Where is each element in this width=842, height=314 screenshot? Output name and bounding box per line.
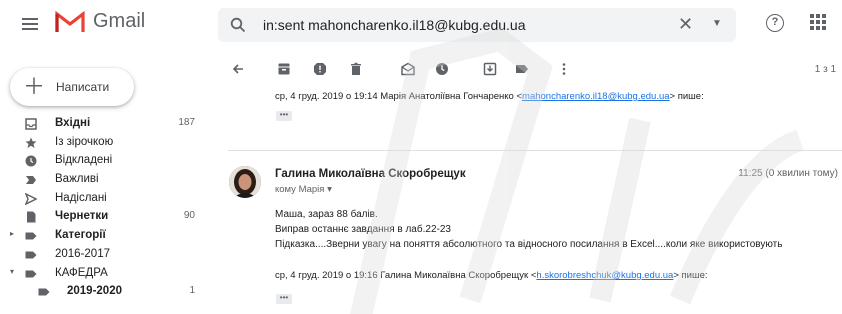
snooze-icon[interactable] (435, 62, 449, 76)
gmail-wordmark: Gmail (93, 10, 146, 32)
quoted-header: ср, 4 груд. 2019 о 19:14 Марія Анатоліїв… (275, 91, 704, 102)
help-icon[interactable]: ? (766, 14, 784, 32)
sidebar-item-categories[interactable]: ▸ Категорії (0, 227, 210, 246)
expand-arrow-icon[interactable]: ▸ (10, 229, 14, 238)
star-icon (25, 137, 37, 148)
label-icon[interactable] (515, 62, 529, 76)
search-input[interactable]: in:sent mahoncharenko.il18@kubg.edu.ua (263, 17, 526, 33)
avatar (229, 166, 261, 198)
important-icon (26, 176, 36, 185)
search-icon[interactable] (230, 17, 246, 33)
add-to-tasks-icon[interactable] (483, 62, 497, 76)
gmail-logo[interactable]: Gmail (55, 10, 145, 33)
label-icon (38, 288, 50, 296)
apps-icon[interactable] (810, 14, 826, 30)
message-toolbar: 1 з 1 (225, 58, 842, 84)
inbox-icon (25, 118, 37, 130)
sidebar-item-drafts[interactable]: Чернетки 90 (0, 208, 210, 227)
search-bar[interactable]: in:sent mahoncharenko.il18@kubg.edu.ua ✕… (218, 8, 736, 42)
sidebar: Вхідні 187 Із зірочкою Відкладені Важлив… (0, 115, 210, 302)
message-line: Підказка....Зверни увагу на поняття абсо… (275, 239, 783, 250)
label-icon (25, 251, 37, 259)
plus-icon: ＋ (23, 74, 46, 99)
recipient-dropdown-icon[interactable]: ▾ (327, 184, 332, 195)
recipient-details[interactable]: кому Марія ▾ (275, 184, 332, 195)
clock-icon (25, 155, 37, 167)
archive-icon[interactable] (277, 62, 291, 76)
sidebar-item-2016-2017[interactable]: 2016-2017 (0, 246, 210, 265)
pagination-label: 1 з 1 (814, 64, 836, 75)
send-icon (25, 192, 37, 205)
search-options-icon[interactable]: ▼ (712, 18, 722, 29)
quoted-email-link[interactable]: h.skorobreshchuk@kubg.edu.ua (536, 270, 673, 281)
show-trimmed-content-button[interactable]: ••• (276, 294, 292, 304)
quoted-header: ср, 4 груд. 2019 о 19:16 Галина Миколаїв… (275, 270, 708, 281)
quoted-email-link[interactable]: mahoncharenko.il18@kubg.edu.ua (522, 91, 670, 102)
label-icon (25, 270, 37, 277)
sidebar-item-2019-2020[interactable]: 2019-2020 1 (0, 283, 210, 302)
clear-search-icon[interactable]: ✕ (678, 14, 693, 35)
message-divider (228, 150, 842, 151)
sender-photo (229, 166, 261, 198)
collapse-arrow-icon[interactable]: ▾ (10, 267, 14, 276)
gmail-m-icon (55, 10, 85, 32)
draft-icon (27, 211, 36, 223)
sidebar-item-inbox[interactable]: Вхідні 187 (0, 115, 210, 134)
mark-unread-icon[interactable] (401, 62, 415, 76)
delete-icon[interactable] (349, 62, 363, 76)
message-time: 11:25 (0 хвилин тому) (738, 168, 838, 179)
label-icon (25, 232, 37, 240)
compose-label: Написати (56, 80, 110, 94)
sidebar-item-sent[interactable]: Надіслані (0, 190, 210, 209)
back-arrow-icon[interactable] (231, 62, 245, 76)
sidebar-item-starred[interactable]: Із зірочкою (0, 134, 210, 153)
sidebar-item-snoozed[interactable]: Відкладені (0, 152, 210, 171)
show-trimmed-content-button[interactable]: ••• (276, 111, 292, 121)
more-options-icon[interactable] (561, 62, 567, 76)
report-spam-icon[interactable] (313, 62, 327, 76)
sidebar-item-important[interactable]: Важливі (0, 171, 210, 190)
main-menu-icon[interactable] (22, 18, 38, 30)
message-line: Виправ останнє завдання в лаб.22-23 (275, 224, 451, 235)
sender-name: Галина Миколаївна Скоробрещук (275, 168, 466, 180)
sidebar-item-kafedra[interactable]: ▾ КАФЕДРА (0, 265, 210, 284)
compose-button[interactable]: ＋ Написати (10, 68, 134, 106)
message-line: Маша, зараз 88 балів. (275, 209, 378, 220)
